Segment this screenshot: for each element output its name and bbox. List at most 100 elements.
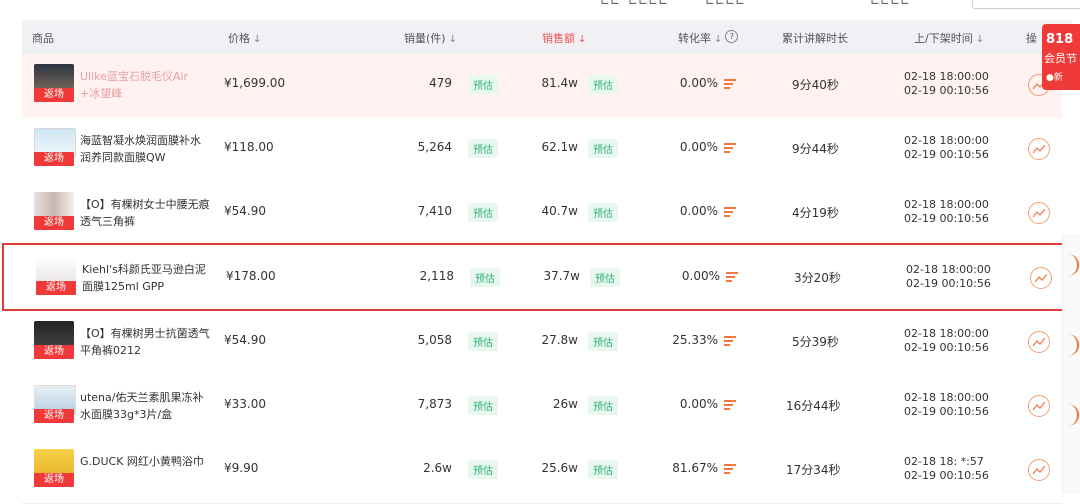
header-price[interactable]: 价格 ↓ xyxy=(228,30,261,46)
revenue-value: 37.7w xyxy=(543,269,580,283)
side-panel-edge[interactable] xyxy=(1062,234,1080,494)
side-arc-icon xyxy=(1067,404,1079,426)
revenue-value: 40.7w xyxy=(541,204,578,218)
header-shelf-time[interactable]: 上/下架时间 ↓ xyxy=(914,30,984,46)
estimate-badge: 预估 xyxy=(580,332,618,351)
bars-icon[interactable] xyxy=(718,461,736,476)
top-toolbar: ∟∟ ∟∟∟∟ ∟∟∟∟ ∟∟∟∟ xyxy=(0,0,1080,20)
product-price: ¥33.00 xyxy=(224,397,266,411)
rerun-tag: 返场 xyxy=(34,409,74,423)
table-row-selected[interactable]: 返场 Kiehl's科颜氏亚马逊白泥面膜125ml GPP ¥178.00 2,… xyxy=(2,243,1078,311)
header-operation: 操 xyxy=(1026,32,1037,45)
side-arc-icon xyxy=(1067,254,1079,276)
product-thumbnail[interactable]: 返场 xyxy=(34,385,76,427)
estimate-badge: 预估 xyxy=(580,203,618,222)
conversion-value: 0.00% xyxy=(679,140,718,154)
estimate-badge: 预估 xyxy=(580,75,618,94)
header-revenue[interactable]: 销售额 ↓ xyxy=(542,30,586,46)
product-thumbnail[interactable]: 返场 xyxy=(34,64,74,106)
estimate-badge: 预估 xyxy=(580,396,618,415)
header-conversion[interactable]: 转化率 ↓? xyxy=(678,30,739,46)
off-shelf-time: 02-19 00:10:56 xyxy=(904,405,989,418)
off-shelf-time: 02-19 00:10:56 xyxy=(906,277,991,290)
trend-icon[interactable] xyxy=(1030,267,1052,289)
off-shelf-time: 02-19 00:10:56 xyxy=(904,84,989,97)
rerun-tag: 返场 xyxy=(34,152,74,166)
off-shelf-time: 02-19 00:10:56 xyxy=(904,148,989,161)
product-name[interactable]: G.DUCK 网红小黄鸭浴巾 xyxy=(80,453,210,470)
product-price: ¥9.90 xyxy=(224,461,259,475)
product-price: ¥118.00 xyxy=(224,140,274,154)
trend-icon[interactable] xyxy=(1028,459,1050,481)
product-name[interactable]: 海蓝智凝水焕润面膜补水润养同款面膜QW xyxy=(80,132,210,166)
promo-float-widget[interactable]: 818 会员节 ●新 xyxy=(1042,24,1080,90)
estimate-badge: 预估 xyxy=(580,460,618,479)
revenue-value: 26w xyxy=(552,397,578,411)
table-row[interactable]: 返场 G.DUCK 网红小黄鸭浴巾 ¥9.90 2.6w 预估 25.6w 预估… xyxy=(22,439,1062,504)
promo-status: ●新 xyxy=(1046,73,1063,83)
table-header: 商品 价格 ↓ 销量(件) ↓ 销售额 ↓ 转化率 ↓? 累计讲解时长 上/下架时间 ↓ … xyxy=(22,20,1072,54)
product-name[interactable]: 【O】有棵树女士中腰无痕透气三角裤 xyxy=(80,196,210,230)
promo-title: 818 xyxy=(1046,32,1074,47)
toolbar-fragment: ∟∟∟∟ xyxy=(870,0,911,8)
conversion-value: 25.33% xyxy=(672,333,718,347)
toolbar-fragment: ∟∟∟∟ xyxy=(705,0,746,8)
trend-icon[interactable] xyxy=(1028,331,1050,353)
duration-value: 17分34秒 xyxy=(786,463,841,477)
header-sales[interactable]: 销量(件) ↓ xyxy=(404,30,457,46)
estimate-badge: 预估 xyxy=(580,139,618,158)
product-thumbnail[interactable]: 返场 xyxy=(34,449,74,491)
table-row[interactable]: 返场 【O】有棵树女士中腰无痕透气三角裤 ¥54.90 7,410 预估 40.… xyxy=(22,182,1062,247)
conversion-value: 0.00% xyxy=(681,269,720,283)
rerun-tag: 返场 xyxy=(34,345,74,359)
rerun-tag: 返场 xyxy=(34,216,74,230)
bars-icon[interactable] xyxy=(718,140,736,155)
table-row[interactable]: 返场 【O】有棵树男士抗菌透气平角裤0212 ¥54.90 5,058 预估 2… xyxy=(22,311,1062,376)
on-shelf-time: 02-18 18:00:00 xyxy=(904,198,989,211)
product-thumbnail[interactable]: 返场 xyxy=(36,257,76,299)
rerun-tag: 返场 xyxy=(34,473,74,487)
product-name[interactable]: Kiehl's科颜氏亚马逊白泥面膜125ml GPP xyxy=(82,261,212,295)
product-name[interactable]: 【O】有棵树男士抗菌透气平角裤0212 xyxy=(80,325,210,359)
toolbar-fragment: ∟∟ xyxy=(600,0,621,8)
bars-icon[interactable] xyxy=(718,204,736,219)
product-name[interactable]: Ulike蓝宝石脱毛仪Air +冰望峰 xyxy=(80,68,210,102)
product-thumbnail[interactable]: 返场 xyxy=(34,192,74,234)
bars-icon[interactable] xyxy=(718,76,736,91)
trend-icon[interactable] xyxy=(1028,395,1050,417)
duration-value: 3分20秒 xyxy=(794,271,841,285)
rerun-tag: 返场 xyxy=(36,281,76,295)
conversion-value: 0.00% xyxy=(679,76,718,90)
toolbar-input[interactable] xyxy=(972,0,1080,9)
sales-value: 7,873 xyxy=(417,397,452,411)
duration-value: 9分40秒 xyxy=(792,78,839,92)
sales-value: 5,264 xyxy=(417,140,452,154)
product-name[interactable]: utena/佑天兰素肌果冻补水面膜33g*3片/盒 xyxy=(80,389,210,423)
on-shelf-time: 02-18 18: *:57 xyxy=(904,455,984,468)
product-thumbnail[interactable]: 返场 xyxy=(34,128,76,170)
table-row[interactable]: 返场 Ulike蓝宝石脱毛仪Air +冰望峰 ¥1,699.00 479 预估 … xyxy=(22,54,1062,119)
rerun-tag: 返场 xyxy=(34,88,74,102)
duration-value: 9分44秒 xyxy=(792,142,839,156)
sort-arrow-icon: ↓ xyxy=(448,34,457,45)
help-icon[interactable]: ? xyxy=(725,30,739,43)
conversion-value: 0.00% xyxy=(679,204,718,218)
conversion-value: 81.67% xyxy=(672,461,718,475)
bars-icon[interactable] xyxy=(718,333,736,348)
off-shelf-time: 02-19 00:10:56 xyxy=(904,341,989,354)
product-thumbnail[interactable]: 返场 xyxy=(34,321,74,363)
table-row[interactable]: 返场 utena/佑天兰素肌果冻补水面膜33g*3片/盒 ¥33.00 7,87… xyxy=(22,375,1062,440)
sales-value: 2.6w xyxy=(423,461,452,475)
sales-value: 2,118 xyxy=(419,269,454,283)
estimate-badge: 预估 xyxy=(582,268,620,287)
duration-value: 4分19秒 xyxy=(792,206,839,220)
bars-icon[interactable] xyxy=(718,397,736,412)
table-row[interactable]: 返场 海蓝智凝水焕润面膜补水润养同款面膜QW ¥118.00 5,264 预估 … xyxy=(22,118,1062,183)
trend-icon[interactable] xyxy=(1028,202,1050,224)
header-product: 商品 xyxy=(32,32,54,45)
toolbar-fragment: ∟∟∟∟ xyxy=(628,0,669,8)
trend-icon[interactable] xyxy=(1028,138,1050,160)
on-shelf-time: 02-18 18:00:00 xyxy=(904,391,989,404)
bars-icon[interactable] xyxy=(720,269,738,284)
product-price: ¥1,699.00 xyxy=(224,76,286,90)
